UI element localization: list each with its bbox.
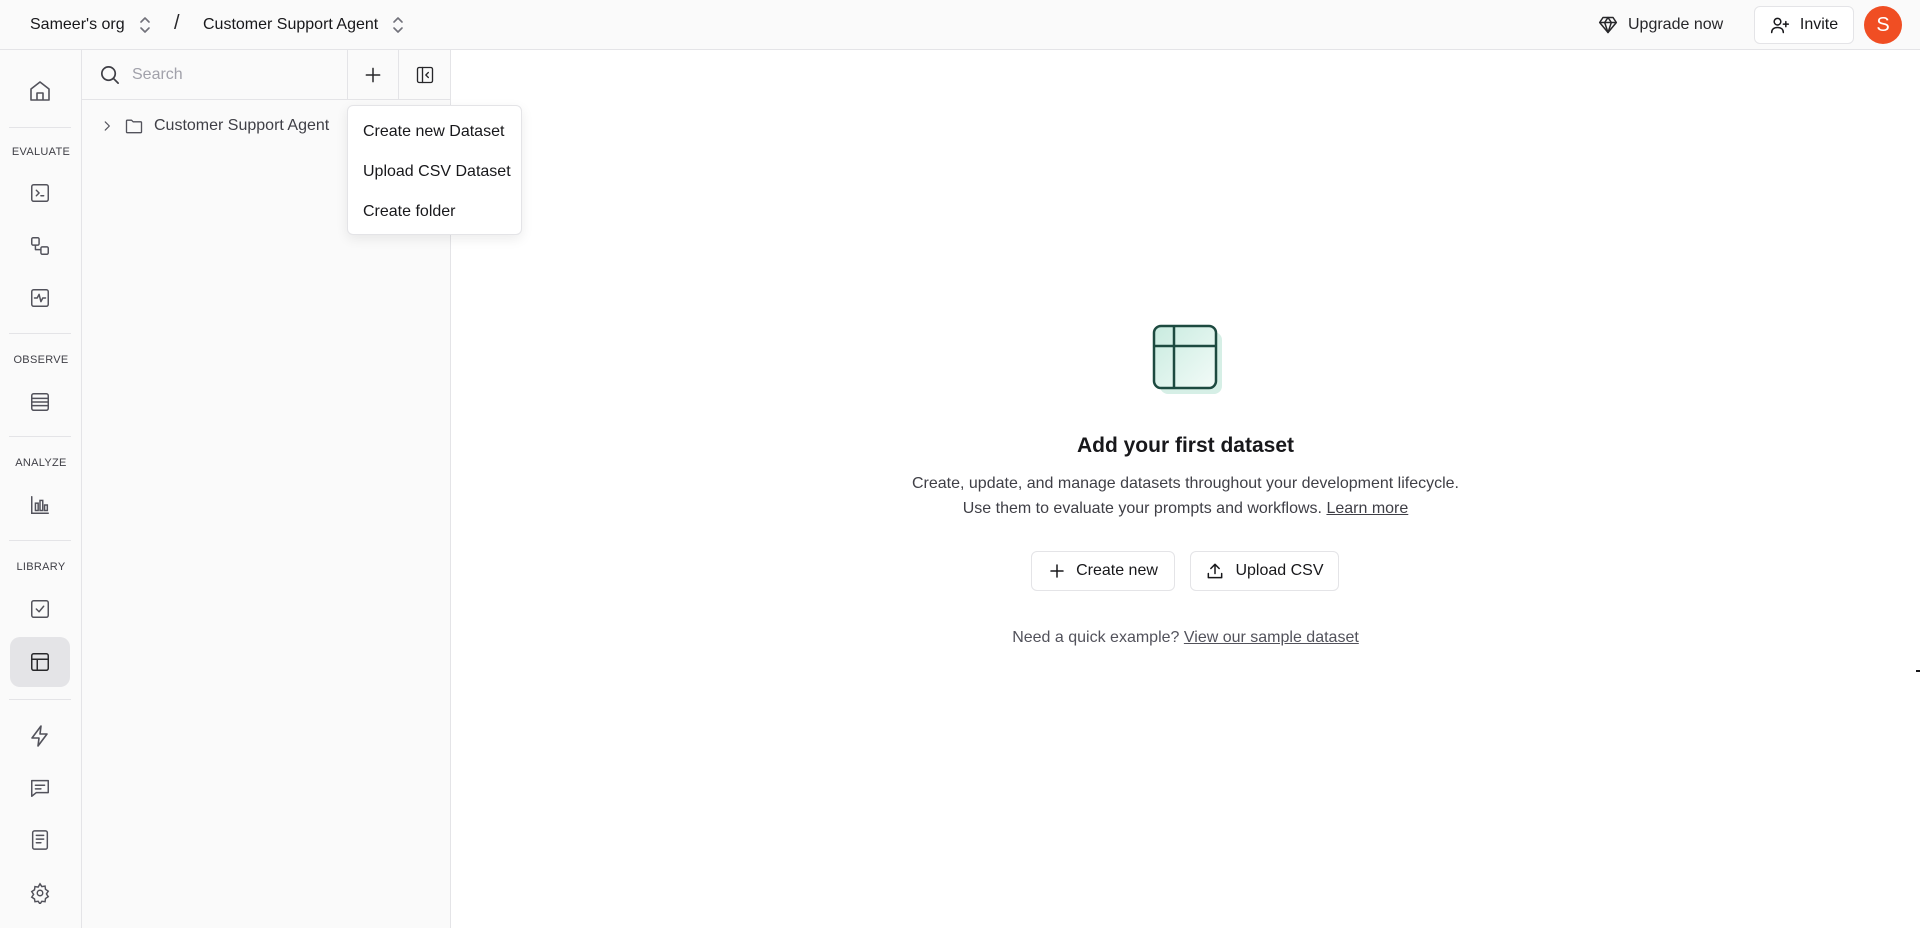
- description-line-2: Use them to evaluate your prompts and wo…: [451, 496, 1920, 521]
- upload-csv-button[interactable]: Upload CSV: [1190, 551, 1339, 591]
- activity-icon: [29, 287, 51, 309]
- search-bar: [82, 50, 450, 100]
- folder-icon: [124, 116, 144, 136]
- terminal-icon: [29, 182, 51, 204]
- user-plus-icon: [1770, 15, 1790, 35]
- rail-divider: [9, 699, 71, 700]
- description-text: Use them to evaluate your prompts and wo…: [962, 500, 1322, 517]
- org-switcher[interactable]: Sameer's org: [30, 0, 151, 50]
- nav-prompts[interactable]: [10, 168, 70, 218]
- invite-button[interactable]: Invite: [1754, 6, 1854, 44]
- section-analyze: ANALYZE: [15, 457, 67, 469]
- sample-dataset-hint: Need a quick example? View our sample da…: [451, 629, 1920, 647]
- nav-datasets[interactable]: [10, 637, 70, 687]
- nav-docs[interactable]: [10, 815, 70, 865]
- upload-icon: [1205, 561, 1225, 581]
- tree-item-label: Customer Support Agent: [154, 117, 330, 134]
- settings-icon: [29, 882, 51, 904]
- rail-divider: [9, 540, 71, 541]
- dataset-table-icon: [1152, 324, 1224, 396]
- nav-quickstart[interactable]: [10, 711, 70, 761]
- description-line-1: Create, update, and manage datasets thro…: [911, 475, 1459, 492]
- add-button[interactable]: [347, 50, 398, 100]
- rail-divider: [9, 333, 71, 334]
- nav-logs[interactable]: [10, 377, 70, 427]
- nav-rail: EVALUATE OBSERVE ANALYZE LIBRARY: [0, 50, 82, 928]
- scroll-marker: [1916, 670, 1920, 672]
- nav-settings[interactable]: [10, 868, 70, 918]
- diamond-icon: [1598, 15, 1618, 35]
- empty-title: Add your first dataset: [1076, 434, 1295, 457]
- top-bar: Sameer's org / Customer Support Agent Up…: [0, 0, 1920, 50]
- zap-icon: [28, 724, 52, 748]
- main-content: Add your first dataset Create, update, a…: [451, 50, 1920, 928]
- project-name: Customer Support Agent: [203, 16, 379, 33]
- tree-item-folder[interactable]: Customer Support Agent: [100, 112, 329, 140]
- upgrade-label: Upgrade now: [1628, 16, 1724, 33]
- create-new-button[interactable]: Create new: [1031, 551, 1175, 591]
- check-square-icon: [29, 598, 51, 620]
- learn-more-link[interactable]: Learn more: [1326, 500, 1408, 517]
- create-new-label: Create new: [1076, 562, 1158, 579]
- chevron-up-down-icon: [139, 16, 151, 34]
- section-evaluate: EVALUATE: [11, 146, 71, 158]
- upload-csv-label: Upload CSV: [1235, 562, 1324, 579]
- home-icon: [28, 79, 52, 103]
- datasets-icon: [29, 651, 51, 673]
- collapse-panel-button[interactable]: [398, 50, 450, 100]
- plus-icon: [1048, 562, 1066, 580]
- section-library: LIBRARY: [16, 561, 66, 573]
- nav-feedback[interactable]: [10, 763, 70, 813]
- panel-collapse-icon: [415, 65, 435, 85]
- empty-description: Create, update, and manage datasets thro…: [451, 471, 1920, 521]
- nav-analytics[interactable]: [10, 480, 70, 530]
- nav-evaluators[interactable]: [10, 584, 70, 634]
- workflow-icon: [29, 235, 51, 257]
- search-input[interactable]: [132, 62, 322, 88]
- chevron-up-down-icon: [392, 16, 404, 34]
- project-switcher[interactable]: Customer Support Agent: [203, 0, 404, 50]
- book-icon: [29, 829, 51, 851]
- nav-workflows[interactable]: [10, 221, 70, 271]
- section-observe: OBSERVE: [13, 354, 69, 366]
- nav-monitoring[interactable]: [10, 273, 70, 323]
- invite-label: Invite: [1799, 16, 1839, 33]
- sample-prefix: Need a quick example?: [1012, 629, 1180, 646]
- avatar-initial: S: [1876, 13, 1890, 36]
- rail-divider: [9, 436, 71, 437]
- upgrade-button[interactable]: Upgrade now: [1598, 12, 1723, 38]
- avatar[interactable]: S: [1864, 6, 1902, 44]
- bar-chart-icon: [29, 494, 51, 516]
- nav-home[interactable]: [10, 66, 70, 116]
- table-rows-icon: [29, 391, 51, 413]
- breadcrumb-separator: /: [174, 12, 180, 34]
- org-name: Sameer's org: [30, 16, 125, 33]
- rail-divider: [9, 127, 71, 128]
- message-icon: [29, 777, 51, 799]
- sample-dataset-link[interactable]: View our sample dataset: [1184, 629, 1359, 646]
- chevron-right-icon: [100, 119, 114, 133]
- plus-icon: [363, 65, 383, 85]
- search-icon: [98, 63, 121, 86]
